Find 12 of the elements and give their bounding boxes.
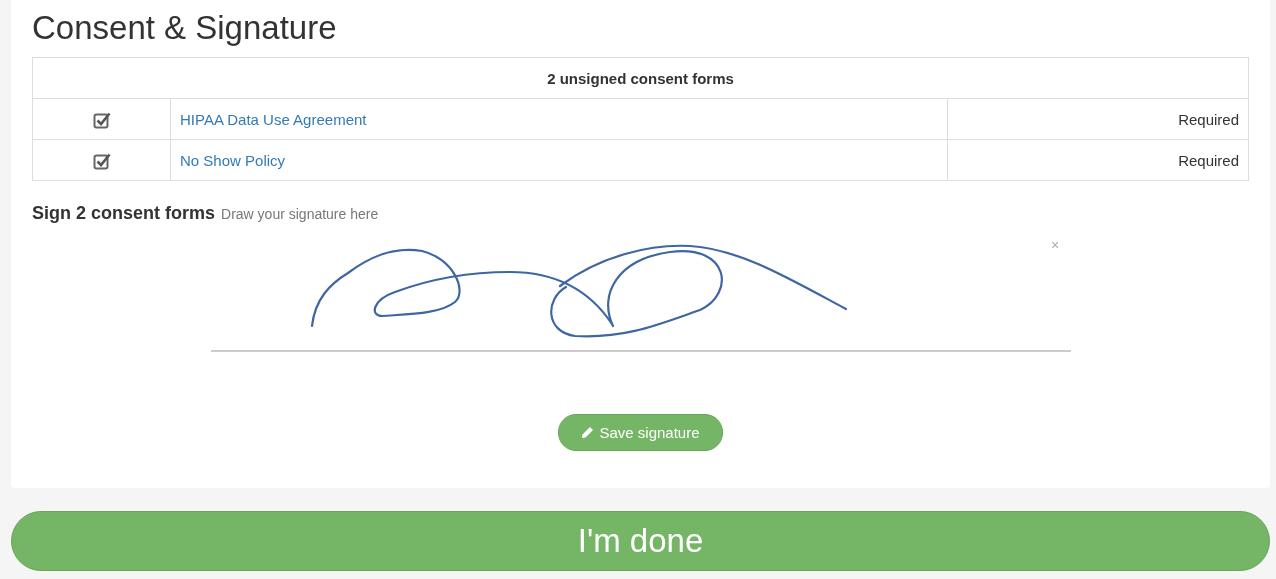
status-cell: Required [947,98,1249,140]
clear-button[interactable]: × [1051,238,1060,252]
page-title: Consent & Signature [32,8,338,48]
sign-heading: Sign 2 consent forms [32,203,216,224]
status-cell: Required [947,139,1249,181]
table-header: 2 unsigned consent forms [32,57,1249,99]
save-signature-button[interactable]: Save signature [558,414,723,451]
form-link[interactable]: No Show Policy [180,151,286,169]
signature-hint: Draw your signature here [221,206,379,222]
done-button[interactable]: I'm done [11,511,1270,571]
pencil-icon [581,426,595,439]
form-link[interactable]: HIPAA Data Use Agreement [180,110,367,128]
